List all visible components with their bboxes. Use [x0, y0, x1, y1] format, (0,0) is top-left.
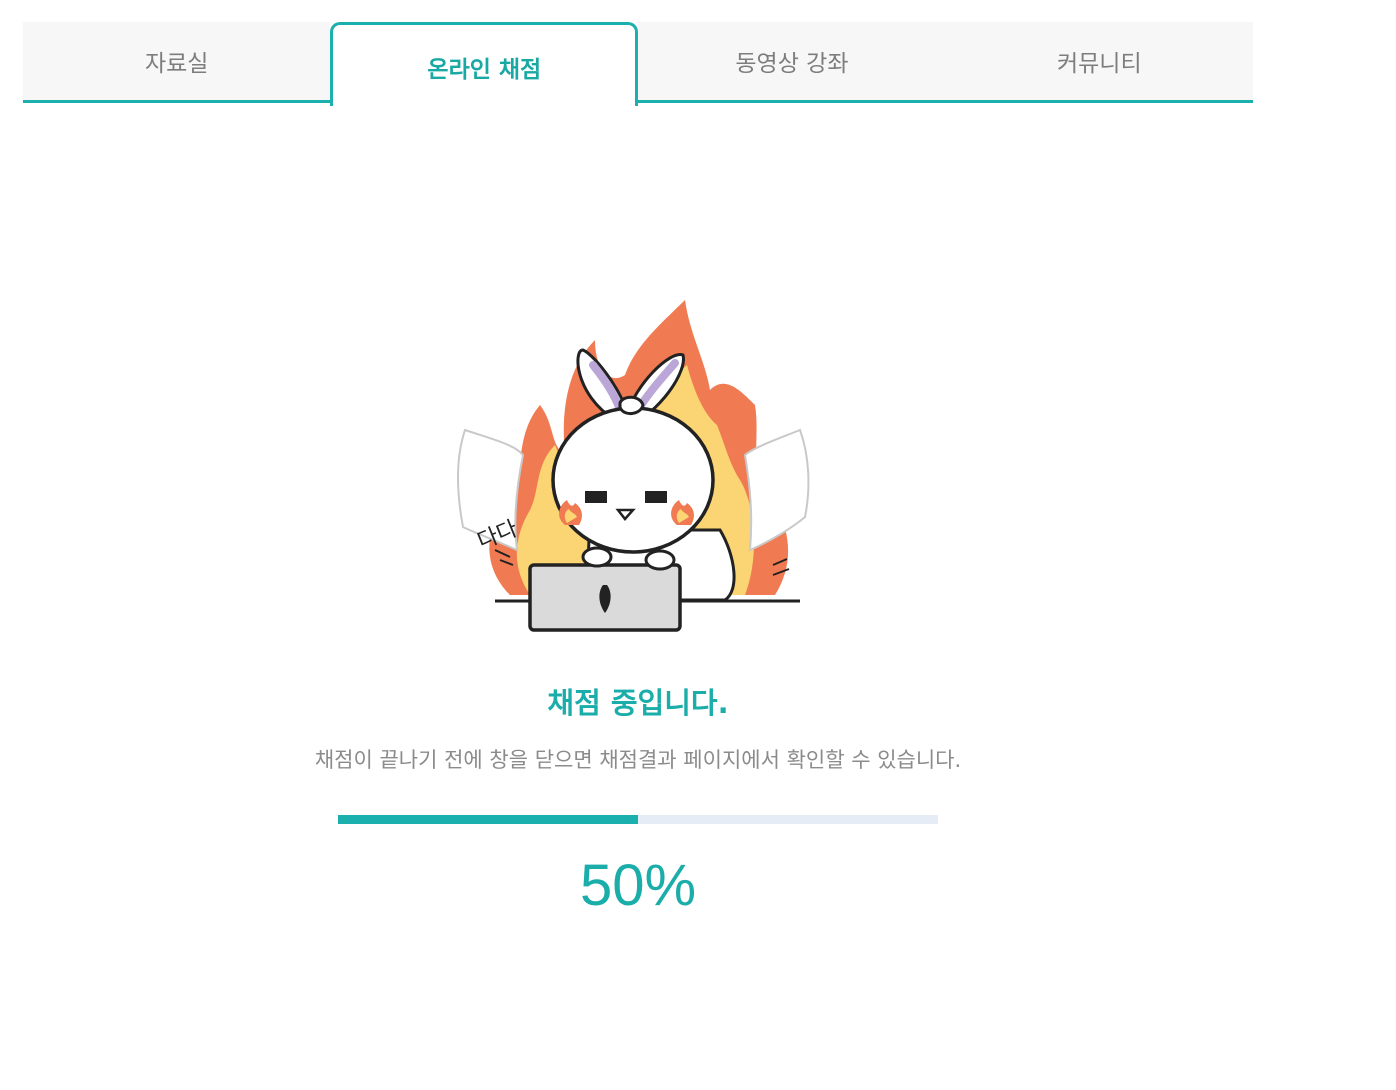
tab-bar: 자료실 온라인 채점 동영상 강좌 커뮤니티: [23, 22, 1253, 106]
grading-progress-bar: [338, 815, 938, 824]
tab-video-lectures[interactable]: 동영상 강좌: [638, 22, 946, 103]
tab-community[interactable]: 커뮤니티: [945, 22, 1253, 103]
grading-illustration: 다다: [455, 295, 815, 640]
grading-progress-percent: 50%: [579, 853, 697, 918]
tab-video-lectures-label: 동영상 강좌: [735, 51, 849, 77]
tab-community-label: 커뮤니티: [1056, 51, 1142, 77]
tab-online-grading-label: 온라인 채점: [427, 57, 542, 83]
bunny-typing-icon: 다다: [457, 300, 810, 632]
tab-online-grading[interactable]: 온라인 채점: [330, 22, 639, 106]
grading-progress-fill: [338, 815, 638, 824]
tab-archive[interactable]: 자료실: [23, 22, 331, 103]
grading-status-title: 채점 중입니다.: [547, 686, 729, 720]
tab-archive-label: 자료실: [144, 51, 209, 77]
grading-status-description: 채점이 끝나기 전에 창을 닫으면 채점결과 페이지에서 확인할 수 있습니다.: [314, 748, 962, 772]
